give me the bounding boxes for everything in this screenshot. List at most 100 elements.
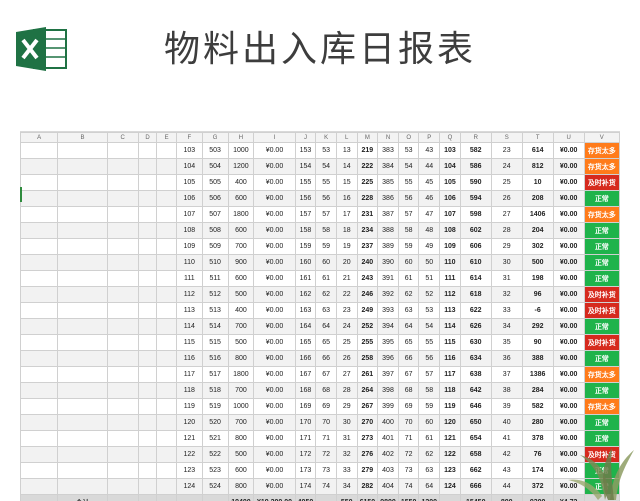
empty-cell[interactable] [107, 159, 138, 175]
status-badge[interactable]: 正常 [584, 479, 619, 495]
total-u[interactable]: ¥4,72 [553, 495, 584, 501]
cell-j[interactable]: 169 [295, 399, 316, 415]
cell-r[interactable]: 598 [460, 207, 491, 223]
cell-s[interactable]: 32 [491, 287, 522, 303]
cell-o[interactable]: 70 [398, 415, 419, 431]
cell-amt[interactable]: ¥0.00 [254, 335, 295, 351]
cell-amt[interactable]: ¥0.00 [254, 175, 295, 191]
cell-l[interactable]: 29 [336, 399, 357, 415]
cell-t[interactable]: 174 [522, 463, 553, 479]
total-qty[interactable]: 19400 [228, 495, 254, 501]
empty-cell[interactable] [21, 239, 58, 255]
cell-j[interactable]: 159 [295, 239, 316, 255]
cell-amt[interactable]: ¥0.00 [254, 271, 295, 287]
column-header[interactable]: J [295, 133, 316, 143]
empty-cell[interactable] [157, 479, 177, 495]
cell-o[interactable]: 69 [398, 399, 419, 415]
status-badge[interactable]: 正常 [584, 191, 619, 207]
status-badge[interactable]: 及时补货 [584, 287, 619, 303]
cell-id[interactable]: 107 [176, 207, 202, 223]
empty-cell[interactable] [107, 207, 138, 223]
total-p[interactable]: 1200 [419, 495, 440, 501]
empty-cell[interactable] [21, 159, 58, 175]
cell-r[interactable]: 630 [460, 335, 491, 351]
cell-j[interactable]: 153 [295, 143, 316, 159]
cell-l[interactable]: 20 [336, 255, 357, 271]
cell-s[interactable]: 39 [491, 399, 522, 415]
cell-n[interactable]: 386 [378, 191, 399, 207]
empty-cell[interactable] [440, 495, 461, 501]
cell-qty[interactable]: 500 [228, 335, 254, 351]
cell-q[interactable]: 124 [440, 479, 461, 495]
cell-j[interactable]: 172 [295, 447, 316, 463]
cell-u[interactable]: ¥0.00 [553, 223, 584, 239]
cell-code[interactable]: 520 [202, 415, 228, 431]
cell-q[interactable]: 107 [440, 207, 461, 223]
cell-n[interactable]: 402 [378, 447, 399, 463]
cell-k[interactable]: 63 [316, 303, 337, 319]
cell-code[interactable]: 516 [202, 351, 228, 367]
empty-cell[interactable] [107, 303, 138, 319]
cell-m[interactable]: 282 [357, 479, 378, 495]
cell-n[interactable]: 398 [378, 383, 399, 399]
cell-r[interactable]: 626 [460, 319, 491, 335]
cell-m[interactable]: 261 [357, 367, 378, 383]
cell-m[interactable]: 255 [357, 335, 378, 351]
empty-cell[interactable] [21, 367, 58, 383]
cell-m[interactable]: 279 [357, 463, 378, 479]
empty-cell[interactable] [21, 415, 58, 431]
empty-cell[interactable] [157, 239, 177, 255]
cell-id[interactable]: 108 [176, 223, 202, 239]
status-badge[interactable]: 存货太多 [584, 159, 619, 175]
cell-r[interactable]: 610 [460, 255, 491, 271]
cell-p[interactable]: 46 [419, 191, 440, 207]
cell-code[interactable]: 517 [202, 367, 228, 383]
cell-o[interactable]: 72 [398, 447, 419, 463]
cell-j[interactable]: 168 [295, 383, 316, 399]
empty-cell[interactable] [107, 271, 138, 287]
cell-u[interactable]: ¥0.00 [553, 207, 584, 223]
total-t[interactable]: 9300 [522, 495, 553, 501]
cell-r[interactable]: 634 [460, 351, 491, 367]
empty-cell[interactable] [21, 207, 58, 223]
cell-r[interactable]: 606 [460, 239, 491, 255]
cell-n[interactable]: 403 [378, 463, 399, 479]
total-amt[interactable]: ¥19,200.00 [254, 495, 295, 501]
cell-u[interactable]: ¥0.00 [553, 447, 584, 463]
cell-q[interactable]: 121 [440, 431, 461, 447]
column-header[interactable]: R [460, 133, 491, 143]
cell-code[interactable]: 522 [202, 447, 228, 463]
cell-qty[interactable]: 1800 [228, 207, 254, 223]
status-badge[interactable]: 正常 [584, 383, 619, 399]
empty-cell[interactable] [157, 431, 177, 447]
cell-t[interactable]: 208 [522, 191, 553, 207]
cell-k[interactable]: 54 [316, 159, 337, 175]
cell-m[interactable]: 222 [357, 159, 378, 175]
cell-o[interactable]: 65 [398, 335, 419, 351]
empty-cell[interactable] [138, 255, 157, 271]
cell-j[interactable]: 156 [295, 191, 316, 207]
cell-l[interactable]: 32 [336, 447, 357, 463]
empty-cell[interactable] [138, 463, 157, 479]
column-header[interactable]: B [58, 133, 108, 143]
cell-u[interactable]: ¥0.00 [553, 175, 584, 191]
cell-n[interactable]: 404 [378, 479, 399, 495]
cell-l[interactable]: 14 [336, 159, 357, 175]
cell-qty[interactable]: 600 [228, 271, 254, 287]
cell-amt[interactable]: ¥0.00 [254, 463, 295, 479]
empty-cell[interactable] [157, 415, 177, 431]
column-header[interactable]: N [378, 133, 399, 143]
cell-id[interactable]: 115 [176, 335, 202, 351]
cell-q[interactable]: 104 [440, 159, 461, 175]
cell-o[interactable]: 71 [398, 431, 419, 447]
cell-id[interactable]: 122 [176, 447, 202, 463]
cell-id[interactable]: 121 [176, 431, 202, 447]
cell-u[interactable]: ¥0.00 [553, 383, 584, 399]
cell-j[interactable]: 174 [295, 479, 316, 495]
column-header[interactable]: U [553, 133, 584, 143]
cell-code[interactable]: 523 [202, 463, 228, 479]
empty-cell[interactable] [138, 239, 157, 255]
empty-cell[interactable] [21, 479, 58, 495]
cell-j[interactable]: 167 [295, 367, 316, 383]
cell-n[interactable]: 387 [378, 207, 399, 223]
